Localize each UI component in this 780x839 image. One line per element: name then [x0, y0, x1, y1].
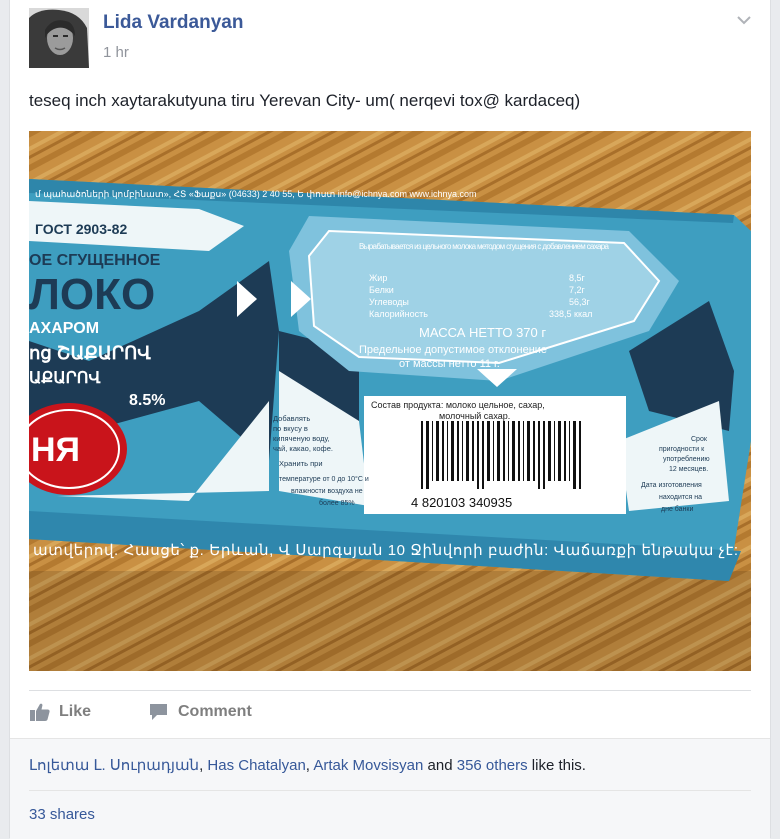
- shelf-line-3: употреблению: [663, 455, 710, 463]
- nutrition-label-carbs: Углеводы: [369, 297, 409, 307]
- usage-line-8: более 85%: [319, 499, 355, 507]
- label-gost: ГОСТ 2903-82: [35, 221, 127, 237]
- liker-link-2[interactable]: Has Chatalyan: [207, 757, 305, 774]
- speech-bubble-icon: [150, 704, 167, 720]
- nutrition-value-carbs: 56,3г: [569, 297, 591, 307]
- nutrition-value-fat: 8,5г: [569, 273, 586, 283]
- nutrition-value-calories: 338,5 ккал: [549, 309, 592, 319]
- shelf-line-5: Дата изготовления: [641, 482, 702, 489]
- usage-line-7: влажности воздуха не: [291, 488, 363, 495]
- label-arm-line1: ոց ՇԱՔԱՐՈՎ: [29, 343, 151, 364]
- post-message: teseq inch xaytarakutyuna tiru Yerevan C…: [29, 91, 581, 110]
- likes-divider: [29, 790, 751, 791]
- label-composition-line2: молочный сахар.: [439, 411, 510, 421]
- author-name[interactable]: Lida Vardanyan: [103, 12, 243, 34]
- nutrition-label-calories: Калорийность: [369, 309, 428, 319]
- thumbs-up-icon: [30, 703, 50, 721]
- nutrition-value-protein: 7,2г: [569, 285, 586, 295]
- likes-others-link[interactable]: 356 others: [457, 757, 528, 774]
- shelf-line-1: Срок: [691, 436, 708, 443]
- likes-section: Լոլետա Լ. Սուրադյան, Has Chatalyan, Arta…: [10, 738, 770, 839]
- label-brand-line1: ОЕ СГУЩЕННОЕ: [29, 252, 161, 269]
- label-logo-text: НЯ: [31, 431, 80, 469]
- shelf-line-6: находится на: [659, 494, 702, 501]
- label-brand-line3: АХАРОМ: [29, 320, 99, 337]
- label-fat: 8.5%: [129, 392, 165, 409]
- avatar-photo: [29, 8, 89, 68]
- barcode-number: 4 820103 340935: [411, 495, 512, 510]
- label-top-strip: մ պահածոների կոմբինատ», ՀՏ «Ֆաքս» (04633…: [35, 189, 476, 199]
- label-bottom-strip: ատվերով. Հասցե՝ ք. Երևան, Վ Սարգսյան 10 …: [33, 542, 738, 559]
- comment-label: Comment: [178, 703, 252, 720]
- post-timestamp[interactable]: 1 hr: [103, 44, 129, 61]
- usage-line-4: чай, какао, кофе.: [273, 444, 333, 453]
- avatar[interactable]: [29, 8, 89, 68]
- shelf-line-2: пригодности к: [659, 446, 705, 453]
- likes-and-text: and: [423, 757, 457, 774]
- usage-line-6: температуре от 0 до 10°С и: [279, 475, 369, 483]
- label-arm-line2: ԱՔԱՐՈՎ: [29, 370, 101, 387]
- post-photo[interactable]: մ պահածոների կոմբինատ», ՀՏ «Ֆաքս» (04633…: [29, 131, 751, 671]
- comment-button[interactable]: Comment: [148, 702, 252, 722]
- post-card: Lida Vardanyan 1 hr teseq inch xaytaraku…: [9, 0, 771, 839]
- likes-summary: Լոլետա Լ. Սուրադյան, Has Chatalyan, Arta…: [29, 756, 586, 774]
- like-label: Like: [59, 703, 92, 720]
- liker-link-3[interactable]: Artak Movsisyan: [313, 757, 423, 774]
- usage-line-2: по вкусу в: [273, 424, 308, 433]
- shelf-line-7: дне банки: [661, 505, 693, 513]
- like-button[interactable]: Like: [29, 702, 91, 722]
- usage-line-5: Хранить при: [279, 459, 323, 468]
- milk-package-image: մ պահածոների կոմբինատ», ՀՏ «Ֆաքս» (04633…: [29, 131, 751, 671]
- likes-tail-text: like this.: [527, 757, 586, 774]
- label-deviation-line1: Предельное допустимое отклонение: [359, 344, 547, 356]
- label-brand-line2: ЛОКО: [29, 270, 155, 319]
- label-nutrition-title: Вырабатывается из цельного молока методо…: [359, 242, 610, 251]
- label-composition-line1: Состав продукта: молоко цельное, сахар,: [371, 400, 545, 410]
- shelf-line-4: 12 месяцев.: [669, 466, 708, 473]
- nutrition-label-protein: Белки: [369, 285, 394, 295]
- usage-line-1: Добавлять: [273, 414, 310, 423]
- label-deviation-line2: от массы нетто 11 г.: [399, 358, 500, 370]
- chevron-down-icon[interactable]: [734, 10, 754, 30]
- label-mass: МАССА НЕТТО 370 г: [419, 325, 546, 340]
- liker-link-1[interactable]: Լոլետա Լ. Սուրադյան: [29, 757, 199, 774]
- shares-link[interactable]: 33 shares: [29, 806, 95, 823]
- usage-line-3: кипяченую воду,: [273, 434, 330, 443]
- nutrition-label-fat: Жир: [369, 273, 387, 283]
- actions-divider-top: [29, 690, 751, 691]
